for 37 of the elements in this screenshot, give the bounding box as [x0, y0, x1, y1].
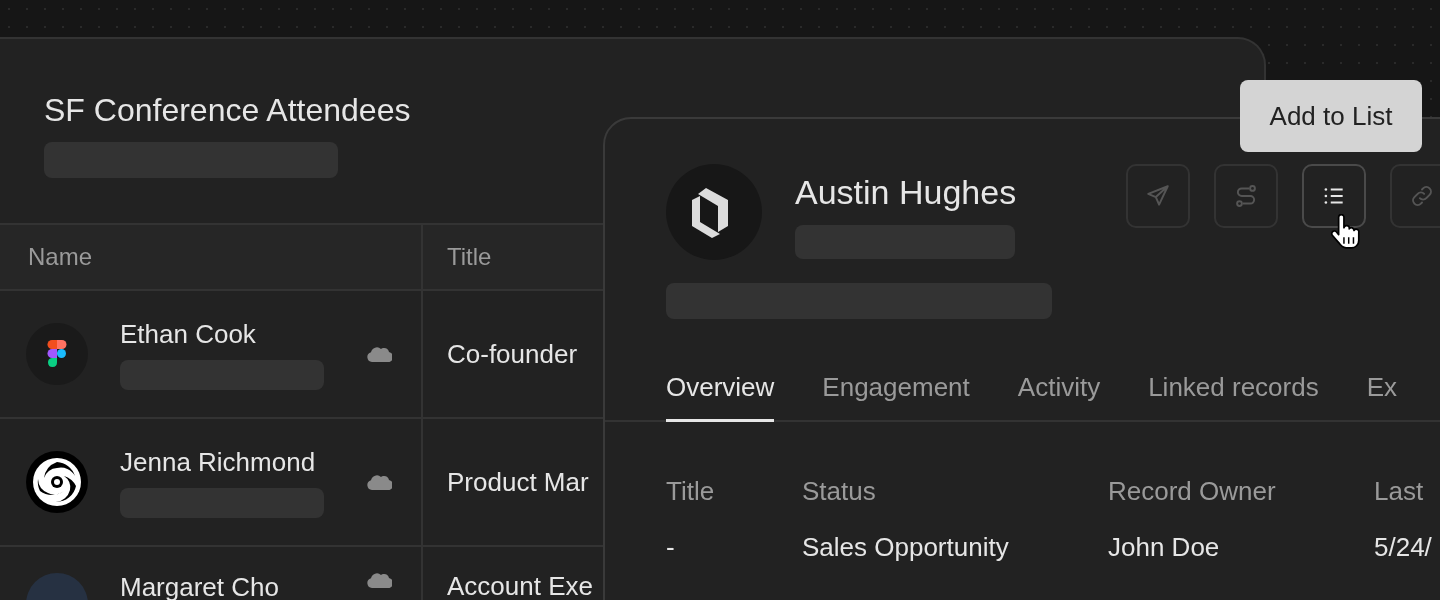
company-logo-icon	[666, 164, 762, 260]
field-label: Record Owner	[1108, 475, 1277, 508]
table-cell-text: Co-founder	[446, 337, 578, 371]
table-cell-text: Account Exe	[446, 570, 593, 600]
send-icon	[1145, 183, 1171, 209]
field-value: John Doe	[1108, 531, 1221, 564]
link-icon	[1409, 183, 1435, 209]
route-button[interactable]	[1214, 164, 1278, 228]
link-button[interactable]	[1390, 164, 1440, 228]
person-name[interactable]: Jenna Richmond	[120, 446, 336, 478]
cloud-icon	[366, 473, 392, 491]
route-icon	[1233, 183, 1259, 209]
field-label: Title	[666, 475, 716, 508]
list-title: SF Conference Attendees	[44, 91, 412, 130]
field-value: -	[666, 531, 676, 564]
tab[interactable]: Overview	[666, 369, 775, 422]
column-header[interactable]: Title	[423, 225, 492, 289]
hand-cursor-icon	[1330, 214, 1360, 250]
field-label: Last	[1374, 475, 1425, 508]
person-name[interactable]: Ethan Cook	[120, 318, 336, 350]
list-button[interactable]	[1302, 164, 1366, 228]
field-label: Status	[802, 475, 877, 508]
cloud-icon	[366, 571, 392, 589]
company-logo-icon	[26, 323, 88, 385]
tab[interactable]: Linked records	[1148, 369, 1319, 422]
tab[interactable]: Ex	[1366, 369, 1398, 422]
swirl-logo-icon	[26, 451, 88, 513]
column-header[interactable]: Name	[0, 225, 423, 289]
table-cell-text: Product Mar	[446, 465, 589, 499]
field-value: Sales Opportunity	[802, 531, 1010, 564]
tooltip: Add to List	[1240, 80, 1422, 152]
contact-name: Austin Hughes	[795, 172, 1018, 212]
cloud-icon	[366, 345, 392, 363]
tab[interactable]: Activity	[1017, 369, 1101, 422]
field-value: 5/24/	[1374, 531, 1432, 564]
send-button[interactable]	[1126, 164, 1190, 228]
tab[interactable]: Engagement	[822, 369, 970, 422]
